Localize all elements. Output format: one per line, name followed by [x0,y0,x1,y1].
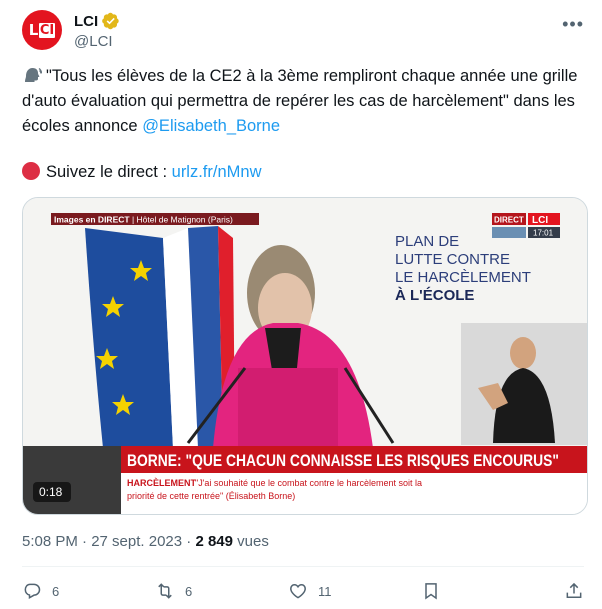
direct-label: DIRECT [494,216,524,225]
tweet-quote: "Tous les élèves de la CE2 à la 3ème rem… [22,67,578,110]
headline: BORNE: "QUE CHACUN CONNAISSE LES RISQUES… [127,451,559,470]
red-circle-icon [22,162,40,180]
like-button[interactable]: 11 [288,581,421,601]
tweet-text: "Tous les élèves de la CE2 à la 3ème rem… [22,64,592,139]
video-duration: 0:18 [39,485,63,499]
speaking-head-icon [25,67,42,82]
repost-button[interactable]: 6 [155,581,288,601]
backdrop-line-2: LUTTE CONTRE [395,251,510,268]
live-line: Suivez le direct : urlz.fr/nMnw [22,162,262,182]
top-banner-rest: | Hôtel de Matignon (Paris) [130,215,233,225]
bookmark-button[interactable] [421,581,554,601]
verified-badge-icon [102,12,119,30]
author-name[interactable]: LCI [74,13,98,30]
reply-button[interactable]: 6 [22,581,155,601]
like-count: 11 [318,583,332,599]
video-player[interactable]: PLAN DE LUTTE CONTRE LE HARCÈLEMENT À L'… [22,197,588,515]
heart-icon [290,583,306,599]
timestamp[interactable]: 5:08 PM · 27 sept. 2023 · [22,533,195,550]
sub-text-2: priorité de cette rentrée" (Élisabeth Bo… [127,491,295,501]
tweet-meta: 5:08 PM · 27 sept. 2023 · 2 849 vues [22,533,269,550]
reply-count: 6 [52,583,60,599]
live-link[interactable]: urlz.fr/nMnw [172,163,262,181]
action-bar: 6 6 11 [22,578,584,604]
channel-logo: LCI [532,215,548,226]
logo-letters-ci: CI [38,22,56,38]
backdrop-line-4: À L'ÉCOLE [395,287,474,304]
bookmark-icon [425,583,437,600]
author-block: LCI @LCI [74,12,120,50]
views-label: vues [232,533,269,550]
svg-text:Images en DIRECT | Hôtel de Ma: Images en DIRECT | Hôtel de Matignon (Pa… [54,215,233,225]
divider [22,566,584,567]
author-handle[interactable]: @LCI [74,33,120,50]
backdrop-line-3: LE HARCÈLEMENT [395,269,531,286]
repost-count: 6 [185,583,193,599]
lci-avatar[interactable]: L CI [22,10,62,50]
share-button[interactable] [564,581,584,601]
sub-text-1: "J'ai souhaité que le combat contre le h… [195,478,422,488]
live-prefix: Suivez le direct : [46,163,172,181]
sub-tag: HARCÈLEMENT [127,478,197,488]
share-icon [566,582,582,598]
reply-icon [24,583,41,599]
mention-link[interactable]: @Elisabeth_Borne [142,117,280,135]
clock: 17:01 [533,229,554,238]
views-count: 2 849 [195,533,233,550]
repost-icon [158,583,172,599]
top-banner-bold: Images en DIRECT [54,215,130,225]
more-options-icon[interactable]: ••• [562,14,584,35]
video-frame: PLAN DE LUTTE CONTRE LE HARCÈLEMENT À L'… [23,198,587,514]
logo-letter-l: L [28,21,39,39]
backdrop-line-1: PLAN DE [395,233,459,250]
